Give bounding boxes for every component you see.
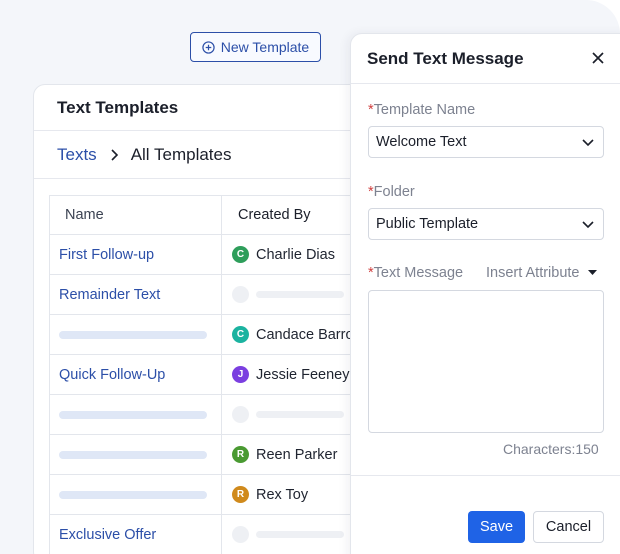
avatar-placeholder (232, 286, 249, 303)
plus-circle-icon (202, 40, 215, 54)
folder-label: *Folder (368, 184, 415, 200)
character-count: Characters:150 (503, 441, 599, 457)
avatar: C (232, 326, 249, 343)
table-row[interactable]: First Follow-up C Charlie Dias (50, 235, 372, 275)
breadcrumb-current: All Templates (130, 144, 232, 164)
table-header: Name Created By (50, 196, 372, 235)
loading-placeholder (256, 291, 344, 298)
template-name[interactable]: Remainder Text (50, 275, 222, 314)
creator-name: Charlie Dias (256, 246, 335, 263)
avatar-placeholder (232, 406, 249, 423)
templates-table: Name Created By First Follow-up C Charli… (49, 195, 372, 554)
avatar: R (232, 486, 249, 503)
template-name-value: Welcome Text (376, 134, 467, 150)
loading-placeholder (59, 410, 207, 419)
template-name (50, 395, 222, 434)
breadcrumb-texts-link[interactable]: Texts (57, 145, 97, 165)
loading-placeholder (256, 531, 344, 538)
panel-footer-divider (351, 475, 620, 476)
template-name-label: *Template Name (368, 102, 475, 118)
avatar: R (232, 446, 249, 463)
chevron-right-icon (111, 148, 118, 161)
new-template-label: New Template (220, 39, 310, 55)
cancel-button[interactable]: Cancel (533, 511, 604, 543)
panel-header: Send Text Message (351, 34, 620, 84)
template-name (50, 315, 222, 354)
insert-attribute-dropdown[interactable]: Insert Attribute (486, 265, 597, 281)
table-row[interactable]: C Candace Barrow (50, 315, 372, 355)
text-message-label-text: Text Message (373, 265, 464, 281)
templates-card: Text Templates Texts All Templates Name … (33, 84, 373, 554)
send-text-message-panel: Send Text Message *Template Name Welcome… (350, 33, 620, 554)
text-message-label: *Text Message (368, 265, 463, 281)
table-row[interactable] (50, 395, 372, 435)
template-name[interactable]: Quick Follow-Up (50, 355, 222, 394)
card-title: Text Templates (34, 85, 372, 131)
insert-attribute-label: Insert Attribute (486, 265, 580, 281)
panel-title: Send Text Message (367, 48, 524, 68)
loading-placeholder (59, 490, 207, 499)
new-template-button[interactable]: New Template (190, 32, 321, 62)
template-name-label-text: Template Name (373, 102, 476, 118)
template-name (50, 435, 222, 474)
template-name[interactable]: First Follow-up (50, 235, 222, 274)
table-row[interactable]: Remainder Text (50, 275, 372, 315)
folder-value: Public Template (376, 216, 479, 232)
folder-select[interactable]: Public Template (368, 208, 604, 240)
chevron-down-icon (582, 221, 594, 229)
loading-placeholder (256, 411, 344, 418)
column-header-name[interactable]: Name (50, 196, 222, 234)
creator-name: Candace Barrow (256, 326, 364, 343)
folder-label-text: Folder (373, 184, 415, 200)
creator-name: Jessie Feeney (256, 366, 350, 383)
save-button[interactable]: Save (468, 511, 525, 543)
close-icon[interactable] (591, 51, 605, 65)
text-message-textarea[interactable] (368, 290, 604, 433)
creator-name: Reen Parker (256, 446, 338, 463)
loading-placeholder (59, 330, 207, 339)
template-name (50, 475, 222, 514)
table-row[interactable]: R Reen Parker (50, 435, 372, 475)
avatar: J (232, 366, 249, 383)
table-row[interactable]: Quick Follow-Up J Jessie Feeney (50, 355, 372, 395)
caret-down-icon (587, 270, 597, 275)
chevron-down-icon (582, 139, 594, 147)
table-row[interactable]: Exclusive Offer (50, 515, 372, 554)
template-name[interactable]: Exclusive Offer (50, 515, 222, 554)
avatar: C (232, 246, 249, 263)
loading-placeholder (59, 450, 207, 459)
avatar-placeholder (232, 526, 249, 543)
template-name-select[interactable]: Welcome Text (368, 126, 604, 158)
creator-name: Rex Toy (256, 486, 309, 503)
breadcrumb: Texts All Templates (34, 131, 372, 179)
table-row[interactable]: R Rex Toy (50, 475, 372, 515)
